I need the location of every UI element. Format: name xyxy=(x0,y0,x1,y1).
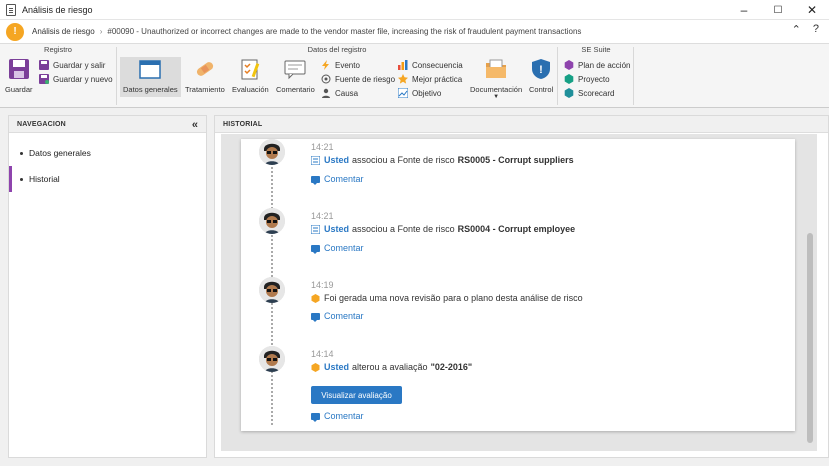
group-title-se-suite: SE Suite xyxy=(581,45,611,54)
entry-user-link[interactable]: Usted xyxy=(324,155,349,165)
scorecard-icon xyxy=(564,88,574,98)
risk-warning-icon: ! xyxy=(6,22,24,41)
save-button[interactable]: Guardar xyxy=(5,57,33,94)
navigation-title: NAVEGACION xyxy=(9,116,206,133)
plan-accion-button[interactable]: Plan de acción xyxy=(564,59,630,71)
collapse-header-icon[interactable]: ⌃ xyxy=(792,23,801,36)
trend-chart-icon xyxy=(398,88,408,98)
entry-time: 14:21 xyxy=(311,211,334,221)
star-icon xyxy=(398,74,408,84)
bullet-icon xyxy=(20,177,23,181)
breadcrumb-separator: › xyxy=(99,27,103,36)
history-scroll-area[interactable]: 14:21 Usted associou a Fonte de risco RS… xyxy=(221,134,817,451)
entry-time: 14:21 xyxy=(311,142,334,152)
title-bar: Análisis de riesgo – ☐ ✕ xyxy=(0,0,829,20)
comment-icon xyxy=(311,175,320,185)
checklist-icon xyxy=(238,57,262,81)
fuente-riesgo-button[interactable]: Fuente de riesgo xyxy=(321,73,395,85)
collapse-panel-icon[interactable]: « xyxy=(192,119,198,131)
objetivo-button[interactable]: Objetivo xyxy=(398,87,441,99)
action-plan-icon xyxy=(564,60,574,70)
history-panel: HISTORIAL 14:21 Usted associou a Fonte d… xyxy=(214,115,829,458)
entry-message: Usted alterou a avaliação "02-2016" xyxy=(311,362,475,372)
consecuencia-button[interactable]: Consecuencia xyxy=(398,59,463,71)
entry-user-link[interactable]: Usted xyxy=(324,362,349,372)
breadcrumb: Análisis de riesgo › #00090 - Unauthoriz… xyxy=(32,27,581,36)
comment-link[interactable]: Comentar xyxy=(311,311,364,322)
window-icon xyxy=(138,57,162,81)
comment-link[interactable]: Comentar xyxy=(311,174,364,185)
proyecto-button[interactable]: Proyecto xyxy=(564,73,610,85)
window-title: Análisis de riesgo xyxy=(22,4,93,15)
mejor-practica-button[interactable]: Mejor práctica xyxy=(398,73,462,85)
entry-user-link[interactable]: Usted xyxy=(324,224,349,234)
comment-link[interactable]: Comentar xyxy=(311,411,364,422)
speech-bubble-icon xyxy=(283,57,307,81)
tab-datos-generales[interactable]: Datos generales xyxy=(120,57,181,97)
group-title-registro: Registro xyxy=(44,45,72,54)
bullet-icon xyxy=(20,151,23,155)
nav-item-datos-generales[interactable]: Datos generales xyxy=(9,140,206,166)
revision-icon xyxy=(311,362,320,372)
entry-time: 14:14 xyxy=(311,349,334,359)
revision-icon xyxy=(311,293,320,303)
folder-icon xyxy=(484,57,508,81)
floppy-disk-icon xyxy=(7,57,31,81)
svg-text:!: ! xyxy=(539,64,543,76)
documentacion-dropdown[interactable]: Documentación ▼ xyxy=(470,57,522,100)
evento-button[interactable]: Evento xyxy=(321,59,360,71)
maximize-button[interactable]: ☐ xyxy=(761,0,795,20)
save-new-icon xyxy=(39,74,49,84)
association-icon xyxy=(311,224,320,234)
scorecard-button[interactable]: Scorecard xyxy=(564,87,614,99)
shield-icon: ! xyxy=(529,57,553,81)
save-and-new-button[interactable]: Guardar y nuevo xyxy=(39,73,113,85)
history-title: HISTORIAL xyxy=(215,116,828,133)
avatar xyxy=(259,277,285,303)
record-header: ! Análisis de riesgo › #00090 - Unauthor… xyxy=(0,20,829,43)
avatar xyxy=(259,139,285,165)
nav-item-historial[interactable]: Historial xyxy=(9,166,206,192)
navigation-panel: NAVEGACION « Datos generales Historial xyxy=(8,115,207,458)
breadcrumb-root[interactable]: Análisis de riesgo xyxy=(32,27,95,36)
minimize-button[interactable]: – xyxy=(727,0,761,20)
ribbon-toolbar: Registro Datos del registro SE Suite Gua… xyxy=(0,43,829,108)
vertical-scrollbar[interactable] xyxy=(807,138,813,448)
project-icon xyxy=(564,74,574,84)
comment-link[interactable]: Comentar xyxy=(311,243,364,254)
entry-message: Usted associou a Fonte de risco RS0005 -… xyxy=(311,155,577,165)
breadcrumb-record: #00090 - Unauthorized or incorrect chang… xyxy=(107,27,582,36)
document-icon xyxy=(6,3,16,16)
tab-evaluacion[interactable]: Evaluación xyxy=(232,57,269,94)
risk-source-icon xyxy=(321,74,331,84)
causa-button[interactable]: Causa xyxy=(321,87,358,99)
control-button[interactable]: ! Control xyxy=(529,57,553,94)
group-title-datos: Datos del registro xyxy=(307,45,367,54)
scrollbar-thumb[interactable] xyxy=(807,233,813,443)
view-evaluation-button[interactable]: Visualizar avaliação xyxy=(311,386,402,404)
entry-time: 14:19 xyxy=(311,280,334,290)
chevron-down-icon: ▼ xyxy=(493,94,500,100)
comment-icon xyxy=(311,312,320,322)
history-timeline: 14:21 Usted associou a Fonte de risco RS… xyxy=(241,139,795,431)
person-icon xyxy=(322,88,330,98)
lightning-icon xyxy=(322,60,329,70)
tab-comentario[interactable]: Comentario xyxy=(276,57,315,94)
comment-icon xyxy=(311,412,320,422)
close-button[interactable]: ✕ xyxy=(795,0,829,20)
avatar xyxy=(259,208,285,234)
avatar xyxy=(259,346,285,372)
entry-message: Foi gerada uma nova revisão para o plano… xyxy=(311,293,583,303)
tab-tratamiento[interactable]: Tratamiento xyxy=(185,57,225,94)
association-icon xyxy=(311,155,320,165)
bandage-icon xyxy=(193,57,217,81)
save-exit-icon xyxy=(39,60,49,70)
entry-message: Usted associou a Fonte de risco RS0004 -… xyxy=(311,224,578,234)
bar-chart-icon xyxy=(398,60,408,70)
comment-icon xyxy=(311,244,320,254)
help-icon[interactable]: ? xyxy=(813,23,819,36)
save-and-exit-button[interactable]: Guardar y salir xyxy=(39,59,105,71)
